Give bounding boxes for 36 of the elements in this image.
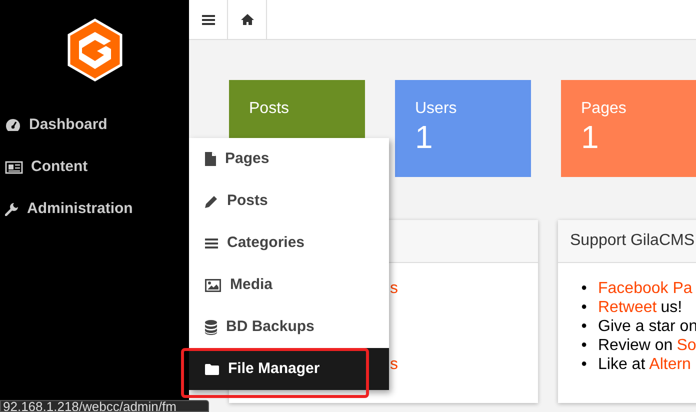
sidebar-item[interactable]: Administration [0,188,189,230]
newspaper-icon [5,160,23,174]
menu-item[interactable]: File Manager [189,348,389,390]
status-url: 92.168.1.218/webcc/admin/fm [3,401,178,411]
support-text: Review on [598,336,673,355]
stat-value: 1 [581,119,599,155]
sidebar-item[interactable]: Content [0,146,189,188]
sidebar-item[interactable]: Dashboard [0,104,189,146]
menu-item[interactable]: Pages [189,138,389,180]
stat-label: Posts [249,99,290,119]
bullet: • [580,317,588,336]
dashboard-icon [5,118,21,132]
bullet: • [580,355,588,374]
menu-item[interactable]: Media [189,264,389,306]
support-text: us! [660,298,682,317]
bullet: • [580,336,588,355]
support-text: Like at [598,355,646,374]
logo-icon [66,18,124,82]
wrench-icon [5,202,19,216]
menu-item[interactable]: Posts [189,180,389,222]
database-icon [205,320,217,334]
menu-item[interactable]: Categories [189,222,389,264]
image-icon [205,278,221,292]
panel-title: Support GilaCMS [570,231,694,251]
list-icon [205,238,218,248]
bullet: • [580,298,588,317]
folder-icon [205,364,219,374]
pencil-icon [205,194,218,208]
menu-item[interactable]: BD Backups [189,306,389,348]
home-icon [240,14,254,25]
menu-icon [202,14,214,26]
file-icon [205,152,216,166]
stat-value: 1 [415,119,433,155]
bullet: • [580,279,588,298]
stat-label: Pages [581,99,628,119]
stat-label: Users [415,99,458,119]
